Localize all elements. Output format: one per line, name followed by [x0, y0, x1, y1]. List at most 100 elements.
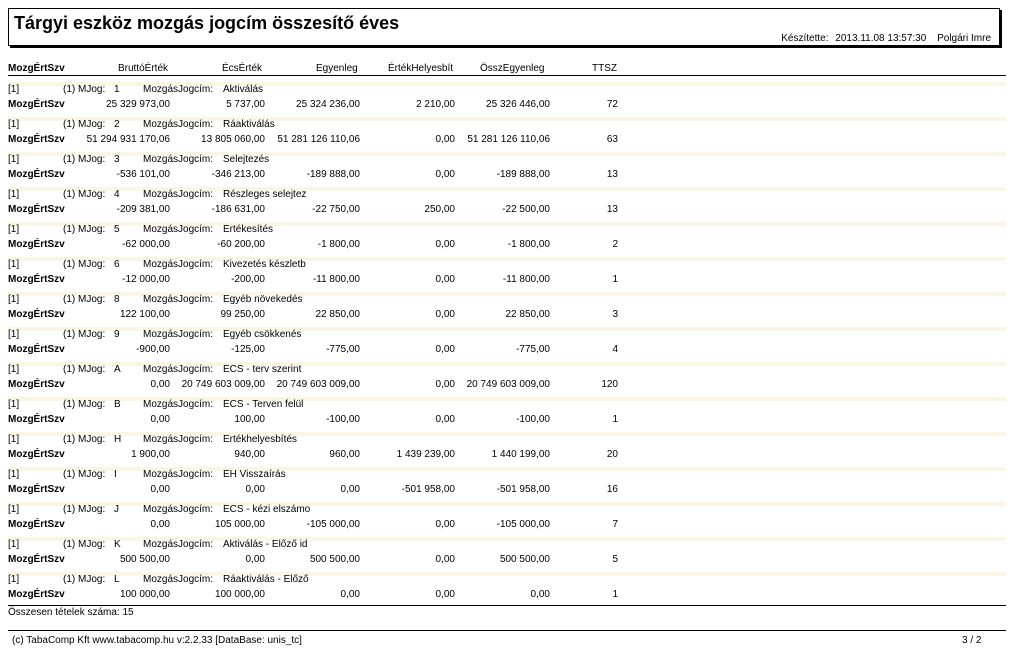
row-mjog-label: (1) MJog:: [63, 364, 106, 375]
table-row: [1] (1) MJog: 1 MozgásJogcím: Aktiválás MozgÉ…: [0, 82, 1014, 117]
footer-page-number: 3 / 2: [962, 635, 982, 646]
row-mjog-label: (1) MJog:: [63, 224, 106, 235]
table-row: [1] (1) MJog: 9 MozgásJogcím: Egyéb csökkené…: [0, 327, 1014, 362]
row-mozgas-label: MozgásJogcím:: [143, 469, 214, 480]
summary-count: Összesen tételek száma: 15: [8, 607, 134, 618]
column-header-ossz: ÖsszEgyenleg: [480, 63, 545, 74]
row-mjog-label: (1) MJog:: [63, 574, 106, 585]
row-level: [1]: [8, 504, 20, 515]
row-mozgas-label: MozgásJogcím:: [143, 574, 214, 585]
row-mozgas-name: Egyéb növekedés: [223, 294, 303, 305]
table-row: [1] (1) MJog: I MozgásJogcím: ÉH Visszaírás M…: [0, 467, 1014, 502]
row-mozgas-name: ÉCS - kézi elszámo: [223, 504, 311, 515]
row-mozgas-label: MozgásJogcím:: [143, 224, 214, 235]
report-author-info: Készítette: 2013.11.08 13:57:30 Polgári …: [781, 33, 991, 44]
row-mozgas-name: ÉH Visszaírás: [223, 469, 286, 480]
table-row: [1] (1) MJog: 5 MozgásJogcím: Értékesítés Moz…: [0, 222, 1014, 257]
row-mozgas-label: MozgásJogcím:: [143, 119, 214, 130]
row-mozgas-label: MozgásJogcím:: [143, 84, 214, 95]
column-header-ecs: ÉcsÉrték: [222, 63, 263, 74]
row-level: [1]: [8, 399, 20, 410]
row-level: [1]: [8, 329, 20, 340]
table-row: [1] (1) MJog: A MozgásJogcím: ÉCS - terv sze…: [0, 362, 1014, 397]
made-by: Polgári Imre: [937, 33, 991, 44]
row-mozgas-name: Részleges selejtez: [223, 189, 307, 200]
row-mjog-code: I: [114, 469, 117, 480]
row-mjog-code: 3: [114, 154, 120, 165]
row-mjog-code: 9: [114, 329, 120, 340]
row-mjog-label: (1) MJog:: [63, 294, 106, 305]
row-level: [1]: [8, 574, 20, 585]
table-row: [1] (1) MJog: B MozgásJogcím: ÉCS - Terven f…: [0, 397, 1014, 432]
cell-ttsz: 5: [612, 554, 618, 565]
made-at: 2013.11.08 13:57:30: [835, 33, 927, 44]
row-mozgas-name: Egyéb csökkenés: [223, 329, 302, 340]
cell-ttsz: 4: [612, 344, 618, 355]
cell-ttsz: 72: [606, 99, 618, 110]
row-mozgas-name: Kivezetés készletb: [223, 259, 306, 270]
row-mozgas-label: MozgásJogcím:: [143, 364, 214, 375]
row-mjog-code: 5: [114, 224, 120, 235]
row-mjog-code: 6: [114, 259, 120, 270]
row-mjog-label: (1) MJog:: [63, 469, 106, 480]
row-mjog-code: 1: [114, 84, 120, 95]
column-header-helyesbit: ÉrtékHelyesbít: [388, 63, 454, 74]
row-mozgas-label: MozgásJogcím:: [143, 434, 214, 445]
row-mjog-label: (1) MJog:: [63, 434, 106, 445]
row-mjog-code: H: [114, 434, 122, 445]
row-mozgas-label: MozgásJogcím:: [143, 504, 214, 515]
row-mozgas-name: ÉCS - terv szerint: [223, 364, 302, 375]
cell-ttsz: 1: [612, 589, 618, 600]
column-header-brutto: BruttóÉrték: [118, 63, 169, 74]
row-mozgas-label: MozgásJogcím:: [143, 154, 214, 165]
row-mjog-label: (1) MJog:: [63, 154, 106, 165]
row-mozgas-label: MozgásJogcím:: [143, 189, 214, 200]
row-mjog-label: (1) MJog:: [63, 259, 106, 270]
row-mozgas-name: Ráaktiválás - Előző: [223, 574, 309, 585]
made-by-label: Készítette:: [781, 33, 829, 44]
table-row: [1] (1) MJog: 3 MozgásJogcím: Selejtezés Mozg…: [0, 152, 1014, 187]
cell-ttsz: 1: [612, 414, 618, 425]
column-header-ttsz: TTSZ: [592, 63, 617, 74]
row-level: [1]: [8, 294, 20, 305]
table-row: [1] (1) MJog: J MozgásJogcím: ÉCS - kézi els…: [0, 502, 1014, 537]
row-mjog-label: (1) MJog:: [63, 119, 106, 130]
row-level: [1]: [8, 434, 20, 445]
cell-ttsz: 7: [612, 519, 618, 530]
row-mjog-label: (1) MJog:: [63, 399, 106, 410]
row-mozgas-label: MozgásJogcím:: [143, 294, 214, 305]
footer-divider: [8, 630, 1006, 631]
cell-ttsz: 63: [606, 134, 618, 145]
table-row: [1] (1) MJog: 4 MozgásJogcím: Részleges sele…: [0, 187, 1014, 222]
column-header-egyenleg: Egyenleg: [316, 63, 358, 74]
row-mjog-code: L: [114, 574, 120, 585]
row-mjog-label: (1) MJog:: [63, 329, 106, 340]
table-row: [1] (1) MJog: 8 MozgásJogcím: Egyéb növekedé…: [0, 292, 1014, 327]
row-mjog-code: 4: [114, 189, 120, 200]
row-level: [1]: [8, 469, 20, 480]
table-row: [1] (1) MJog: L MozgásJogcím: Ráaktiválás - …: [0, 572, 1014, 607]
table-row: [1] (1) MJog: K MozgásJogcím: Aktiválás - El…: [0, 537, 1014, 572]
cell-ttsz: 3: [612, 309, 618, 320]
cell-ttsz: 13: [606, 204, 618, 215]
row-mozgas-name: Értékhelyesbítés: [223, 434, 297, 445]
row-mjog-label: (1) MJog:: [63, 189, 106, 200]
cell-ttsz: 2: [612, 239, 618, 250]
row-mozgas-name: Aktiválás: [223, 84, 264, 95]
row-mjog-code: A: [114, 364, 121, 375]
row-mozgas-name: Selejtezés: [223, 154, 270, 165]
report-title: Tárgyi eszköz mozgás jogcím összesítő év…: [14, 13, 400, 33]
row-mozgas-label: MozgásJogcím:: [143, 399, 214, 410]
row-mjog-label: (1) MJog:: [63, 539, 106, 550]
footer-copyright: (c) TabaComp Kft www.tabacomp.hu v:2.2.3…: [12, 635, 302, 646]
cell-ttsz: 120: [601, 379, 618, 390]
row-mozgas-label: MozgásJogcím:: [143, 329, 214, 340]
row-level: [1]: [8, 224, 20, 235]
row-mozgas-label: MozgásJogcím:: [143, 259, 214, 270]
row-mozgas-name: Értékesítés: [223, 224, 274, 235]
row-mjog-code: J: [114, 504, 119, 515]
row-mjog-code: 8: [114, 294, 120, 305]
column-header-mozgertszv: MozgÉrtSzv: [8, 63, 65, 74]
row-mjog-code: 2: [114, 119, 120, 130]
table-row: [1] (1) MJog: 6 MozgásJogcím: Kivezetés kész…: [0, 257, 1014, 292]
